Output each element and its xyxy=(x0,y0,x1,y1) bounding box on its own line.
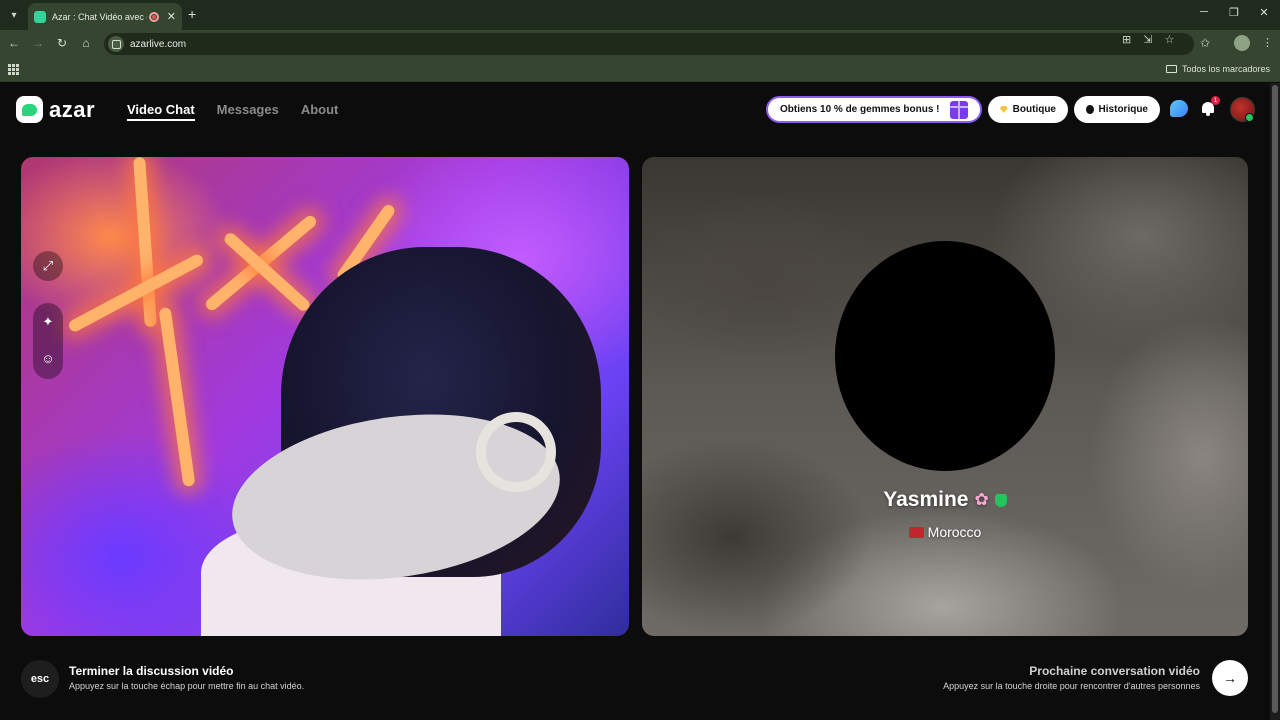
remote-name: Yasmine xyxy=(883,488,969,511)
translate-icon[interactable]: ⊞ xyxy=(1122,33,1131,46)
light-bar xyxy=(66,252,206,334)
light-bar xyxy=(158,307,196,487)
site-info-icon[interactable] xyxy=(108,36,124,52)
omnibox-actions: ⊞ ⇲ ☆ xyxy=(1122,33,1244,46)
gift-icon xyxy=(950,101,968,119)
light-bar xyxy=(222,230,312,314)
tab-search-icon[interactable]: ▾ xyxy=(4,5,24,25)
bookmarks-bar: Todos los marcadores xyxy=(0,58,1280,82)
close-window-icon[interactable]: ✕ xyxy=(1254,6,1274,19)
remote-country: Morocco xyxy=(927,524,982,540)
reload-icon[interactable]: ↻ xyxy=(54,36,70,50)
scrollbar-thumb[interactable] xyxy=(1272,85,1278,713)
flower-icon: ✿ xyxy=(974,490,989,509)
clock-icon xyxy=(1086,105,1094,114)
face-filter-icon[interactable]: ☺ xyxy=(33,343,63,373)
gem-bonus-promo-button[interactable]: Obtiens 10 % de gemmes bonus ! xyxy=(766,96,982,123)
all-bookmarks[interactable]: Todos los marcadores xyxy=(1165,64,1270,74)
notification-badge: 1 xyxy=(1211,96,1220,105)
light-bar xyxy=(133,157,157,328)
install-app-icon[interactable]: ⇲ xyxy=(1143,33,1152,46)
remote-video-feed: Yasmine ✿ Morocco xyxy=(642,157,1248,636)
close-tab-icon[interactable]: ✕ xyxy=(167,10,176,23)
main-nav: Video Chat Messages About xyxy=(127,102,338,121)
all-bookmarks-label: Todos los marcadores xyxy=(1181,64,1270,74)
remote-profile-photo xyxy=(835,241,1055,471)
folder-icon xyxy=(1165,65,1177,73)
azar-app: azar Video Chat Messages About Obtiens 1… xyxy=(0,83,1270,720)
address-bar[interactable]: azarlive.com xyxy=(104,33,1194,55)
expand-icon[interactable]: ⤢ xyxy=(33,251,63,281)
tab-title: Azar : Chat Vidéo avec de n xyxy=(52,11,147,22)
forward-icon[interactable]: → xyxy=(30,36,46,50)
history-label: Historique xyxy=(1098,104,1148,115)
end-chat-hint: Appuyez sur la touche échap pour mettre … xyxy=(69,681,305,691)
remote-name-row: Yasmine ✿ xyxy=(642,488,1248,512)
azar-logo[interactable]: azar xyxy=(16,96,95,123)
browser-tab-bar: ▾ Azar : Chat Vidéo avec de n ✕ + ─ ❐ ✕ xyxy=(0,0,1280,30)
boutique-button[interactable]: Boutique xyxy=(988,96,1068,123)
next-chat-hint: Appuyez sur la touche droite pour rencon… xyxy=(943,681,1200,691)
verified-shield-icon xyxy=(994,493,1007,507)
next-chat-button[interactable]: → xyxy=(1212,660,1248,696)
profile-avatar-icon[interactable] xyxy=(1234,35,1250,51)
magic-wand-icon[interactable]: ✦ xyxy=(33,307,63,337)
page-scrollbar[interactable] xyxy=(1270,83,1280,720)
logo-text: azar xyxy=(49,96,96,122)
arrow-right-icon: → xyxy=(1223,670,1237,686)
nav-about[interactable]: About xyxy=(301,102,339,121)
cap-logo xyxy=(476,412,556,492)
effects-group: ✦ ☺ xyxy=(33,303,63,379)
bookmark-star-icon[interactable]: ☆ xyxy=(1164,33,1174,46)
nav-video-chat[interactable]: Video Chat xyxy=(127,102,195,121)
end-chat-esc-button[interactable]: esc xyxy=(21,660,59,698)
morocco-flag-icon xyxy=(908,526,924,538)
online-status-dot xyxy=(1245,113,1254,122)
minimize-icon[interactable]: ─ xyxy=(1194,6,1214,18)
apps-grid-icon[interactable] xyxy=(8,64,19,75)
local-video-feed xyxy=(21,157,629,636)
new-tab-icon[interactable]: + xyxy=(188,6,196,22)
chat-bubble-icon[interactable] xyxy=(1170,100,1188,117)
home-icon[interactable]: ⌂ xyxy=(78,36,94,50)
recording-icon xyxy=(148,11,159,22)
menu-kebab-icon[interactable]: ⋮ xyxy=(1262,36,1273,49)
gem-icon xyxy=(1000,106,1008,113)
end-chat-title: Terminer la discussion vidéo xyxy=(69,664,234,678)
browser-tab[interactable]: Azar : Chat Vidéo avec de n ✕ xyxy=(28,3,182,30)
history-button[interactable]: Historique xyxy=(1074,96,1160,123)
video-tools: ⤢ ✦ ☺ xyxy=(33,251,63,379)
restore-icon[interactable]: ❐ xyxy=(1224,6,1244,19)
extensions-icon[interactable]: ✩ xyxy=(1197,36,1213,50)
browser-toolbar: ← → ↻ ⌂ azarlive.com ⊞ ⇲ ☆ ✩ ⋮ xyxy=(0,30,1280,58)
back-icon[interactable]: ← xyxy=(6,36,22,50)
promo-label: Obtiens 10 % de gemmes bonus ! xyxy=(780,104,940,115)
nav-messages[interactable]: Messages xyxy=(217,102,279,121)
next-chat-title: Prochaine conversation vidéo xyxy=(1029,664,1200,678)
azar-favicon-icon xyxy=(34,10,46,23)
boutique-label: Boutique xyxy=(1012,104,1056,115)
url-text[interactable]: azarlive.com xyxy=(130,39,186,50)
remote-country-row: Morocco xyxy=(642,524,1248,540)
azar-logo-icon xyxy=(16,96,43,123)
